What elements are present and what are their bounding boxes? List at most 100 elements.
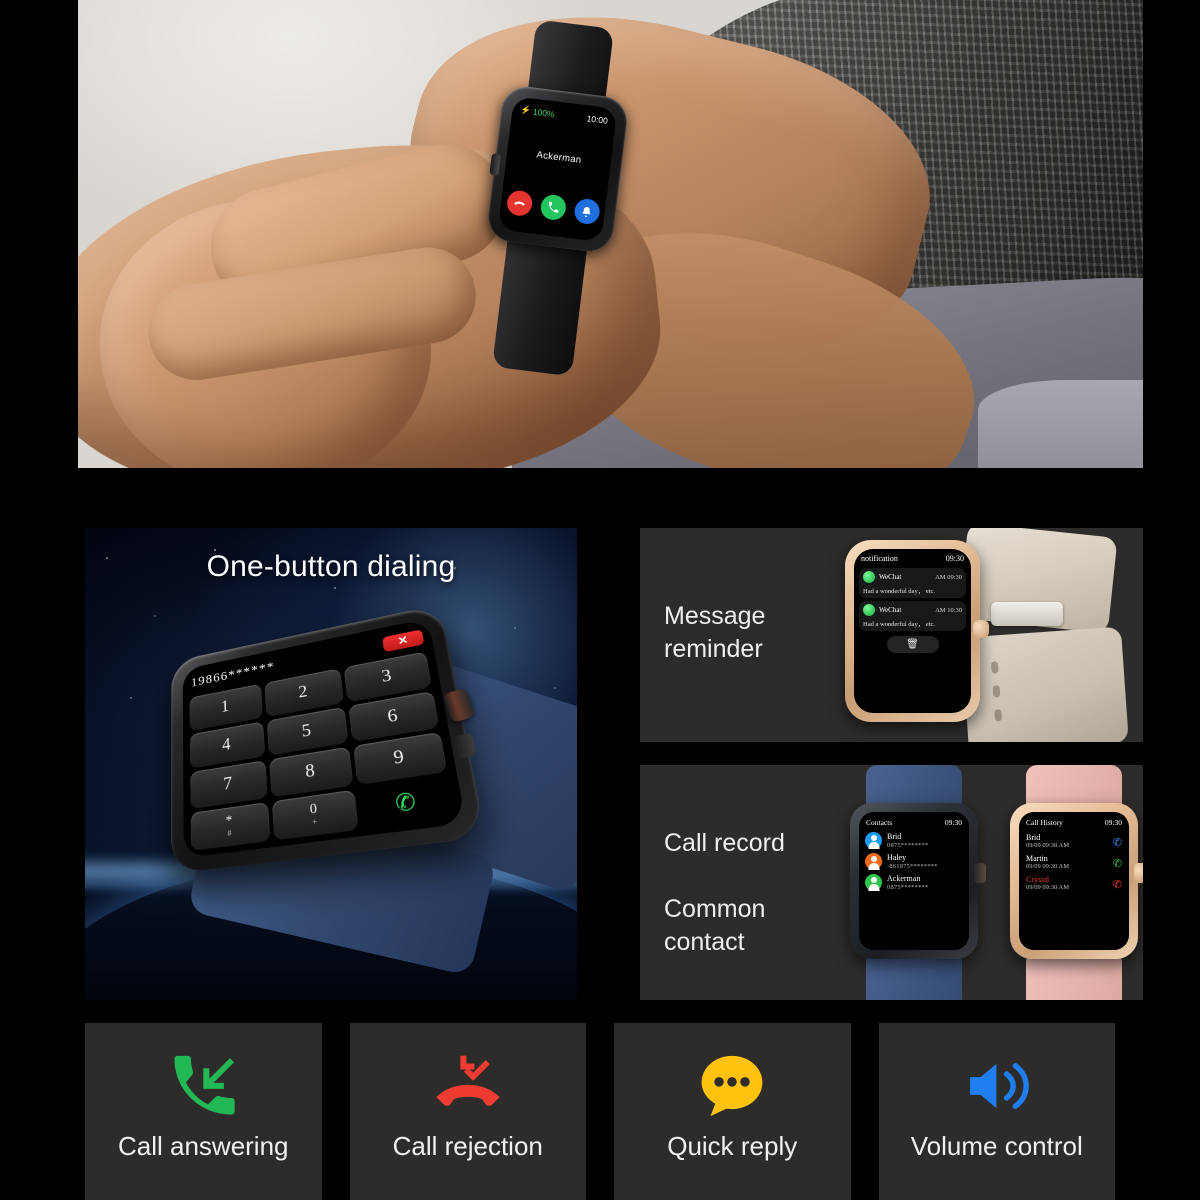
contact-name: Brid (887, 832, 902, 841)
key-main: 3 (380, 665, 393, 687)
feature-label: Call rejection (392, 1131, 543, 1161)
notification-row: WeChat AM 09:30 (863, 571, 962, 583)
accept-call-button[interactable] (538, 193, 567, 222)
notification-time: AM 09:30 (935, 573, 962, 581)
feature-tile[interactable]: Quick reply (614, 1023, 851, 1200)
contact-row[interactable]: Ackerman 0875******** (859, 872, 969, 893)
battery-icon: ⚡ (519, 104, 532, 116)
dialpad-key-0[interactable]: 0 + (271, 789, 360, 841)
feature-label: Volume control (910, 1131, 1083, 1161)
call-direction-icon: ✆ (1112, 879, 1122, 891)
common-contact-label-line1: Common (664, 895, 766, 923)
watch-crown[interactable] (489, 152, 501, 176)
dialpad-key-*[interactable]: * # (190, 801, 270, 851)
contacts-clock: 09:30 (944, 818, 962, 827)
decline-call-button[interactable] (505, 189, 534, 218)
call-history-screen: Call History 09:30 Brid 09/09 09:30 AM ✆ Ma… (1019, 812, 1129, 950)
hero-smartwatch: ⚡ 100% 10:00 Ackerman (474, 19, 636, 377)
delete-notifications-button[interactable]: 🗑 (886, 636, 939, 653)
contacts-list[interactable]: Brid 0875******** Haley ·861875******** Acke… (859, 830, 969, 893)
key-main: 4 (221, 734, 231, 755)
notification-item[interactable]: WeChat AM 09:30 Had a wonderful day， etc. (859, 568, 966, 598)
product-feature-page: ⚡ 100% 10:00 Ackerman One-button dialing… (0, 0, 1200, 1200)
common-contact-label-line2: contact (664, 928, 745, 956)
key-main: 8 (304, 760, 316, 783)
history-meta: 09/09 09:30 AM (1026, 863, 1069, 870)
msg-watch-strap-bottom (961, 626, 1129, 742)
dialpad-screen: 19866****** ✕ 1 2 3 4 5 6 7 8 9 * #0 + ✆ (182, 618, 467, 858)
contacts-smartwatch: Contacts 09:30 Brid 0875******** Haley ·861… (836, 765, 996, 1000)
history-name: Brid (1026, 833, 1041, 842)
call-record-panel: Call record Common contact Contacts 09:3… (640, 765, 1143, 1000)
dial-call-button[interactable]: ✆ (358, 776, 455, 830)
notification-item[interactable]: WeChat AM 10:30 Had a wonderful day， etc. (859, 601, 966, 631)
feature-tile[interactable]: Call answering (85, 1023, 322, 1200)
notification-screen: notification 09:30 WeChat AM 09:30 Had a w… (854, 549, 971, 713)
call-action-buttons (500, 189, 606, 226)
contacts-watch-crown[interactable] (974, 863, 986, 883)
message-reminder-label: Message reminder (664, 600, 765, 666)
notification-app: WeChat (879, 606, 902, 614)
history-watch-crown[interactable] (1134, 863, 1143, 883)
key-sub: + (311, 817, 318, 828)
contact-avatar (865, 853, 882, 870)
contact-avatar (865, 832, 882, 849)
message-reminder-label-line1: Message (664, 602, 766, 630)
strap-hole (990, 661, 999, 674)
contact-info: Ackerman 0875******** (887, 874, 928, 891)
feature-label: Call answering (117, 1131, 289, 1161)
history-name: Martin (1026, 854, 1048, 863)
contact-name: Ackerman (887, 874, 921, 883)
call-history-title: Call History (1026, 818, 1063, 827)
call-direction-icon: ✆ (1112, 858, 1122, 870)
silence-ring-button[interactable] (572, 197, 601, 226)
key-main: 6 (386, 705, 399, 727)
notification-text: Had a wonderful day， etc. (863, 621, 936, 628)
call-history-row[interactable]: Martin 09/09 09:30 AM ✆ (1019, 851, 1129, 872)
dialpad-key-9[interactable]: 9 (353, 731, 448, 785)
key-main: 5 (300, 720, 312, 742)
contacts-header: Contacts 09:30 (859, 812, 969, 830)
dialpad-key-7[interactable]: 7 (190, 760, 268, 809)
call-history-clock: 09:30 (1104, 818, 1122, 827)
key-main: 9 (392, 746, 406, 770)
contact-number: 0875******** (887, 884, 929, 891)
watch-case: ⚡ 100% 10:00 Ackerman (485, 83, 630, 255)
contacts-screen: Contacts 09:30 Brid 0875******** Haley ·861… (859, 812, 969, 950)
caller-name: Ackerman (535, 149, 583, 166)
call-direction-icon: ✆ (1112, 837, 1122, 849)
notification-header: notification 09:30 (854, 549, 971, 565)
call-history-row[interactable]: Crystal 09/09 09:30 AM ✆ (1019, 872, 1129, 893)
notification-list[interactable]: WeChat AM 09:30 Had a wonderful day， etc. W… (854, 568, 971, 631)
feature-tile[interactable]: Call rejection (349, 1023, 586, 1200)
one-button-dialing-panel: One-button dialing 19866****** ✕ 1234567… (85, 528, 577, 1000)
battery-indicator: ⚡ 100% (520, 104, 555, 119)
phone-missed-icon (430, 1045, 506, 1127)
feature-label: Quick reply (667, 1131, 798, 1161)
notification-smartwatch: notification 09:30 WeChat AM 09:30 Had a w… (845, 528, 1135, 742)
wechat-icon (863, 604, 875, 616)
history-meta: 09/09 09:30 AM (1026, 842, 1069, 849)
call-history-header: Call History 09:30 (1019, 812, 1129, 830)
call-history-row[interactable]: Brid 09/09 09:30 AM ✆ (1019, 830, 1129, 851)
phone-incoming-icon (165, 1045, 241, 1127)
notification-text: Had a wonderful day， etc. (863, 588, 936, 595)
battery-percent: 100% (532, 106, 556, 119)
feature-tile[interactable]: Volume control (878, 1023, 1115, 1200)
strap-hole (994, 709, 1003, 722)
watch-screen-incoming-call: ⚡ 100% 10:00 Ackerman (497, 96, 618, 242)
bell-icon (582, 206, 591, 217)
key-main: ✆ (393, 787, 418, 817)
call-history-list[interactable]: Brid 09/09 09:30 AM ✆ Martin 09/09 09:30 AM ✆… (1019, 830, 1129, 893)
contact-info: Haley ·861875******** (887, 853, 938, 870)
speaker-icon (959, 1045, 1035, 1127)
panel-title-dialing: One-button dialing (206, 550, 456, 583)
dialpad-smartwatch: 19866****** ✕ 1 2 3 4 5 6 7 8 9 * #0 + ✆ (157, 604, 577, 977)
hero-lifestyle-photo: ⚡ 100% 10:00 Ackerman (78, 0, 1143, 468)
contact-row[interactable]: Brid 0875******** (859, 830, 969, 851)
contact-row[interactable]: Haley ·861875******** (859, 851, 969, 872)
dialpad-key-8[interactable]: 8 (268, 746, 354, 797)
delete-digit-button[interactable]: ✕ (382, 628, 425, 652)
msg-watch-crown[interactable] (973, 620, 989, 638)
call-history-smartwatch: Call History 09:30 Brid 09/09 09:30 AM ✆ Ma… (996, 765, 1143, 1000)
